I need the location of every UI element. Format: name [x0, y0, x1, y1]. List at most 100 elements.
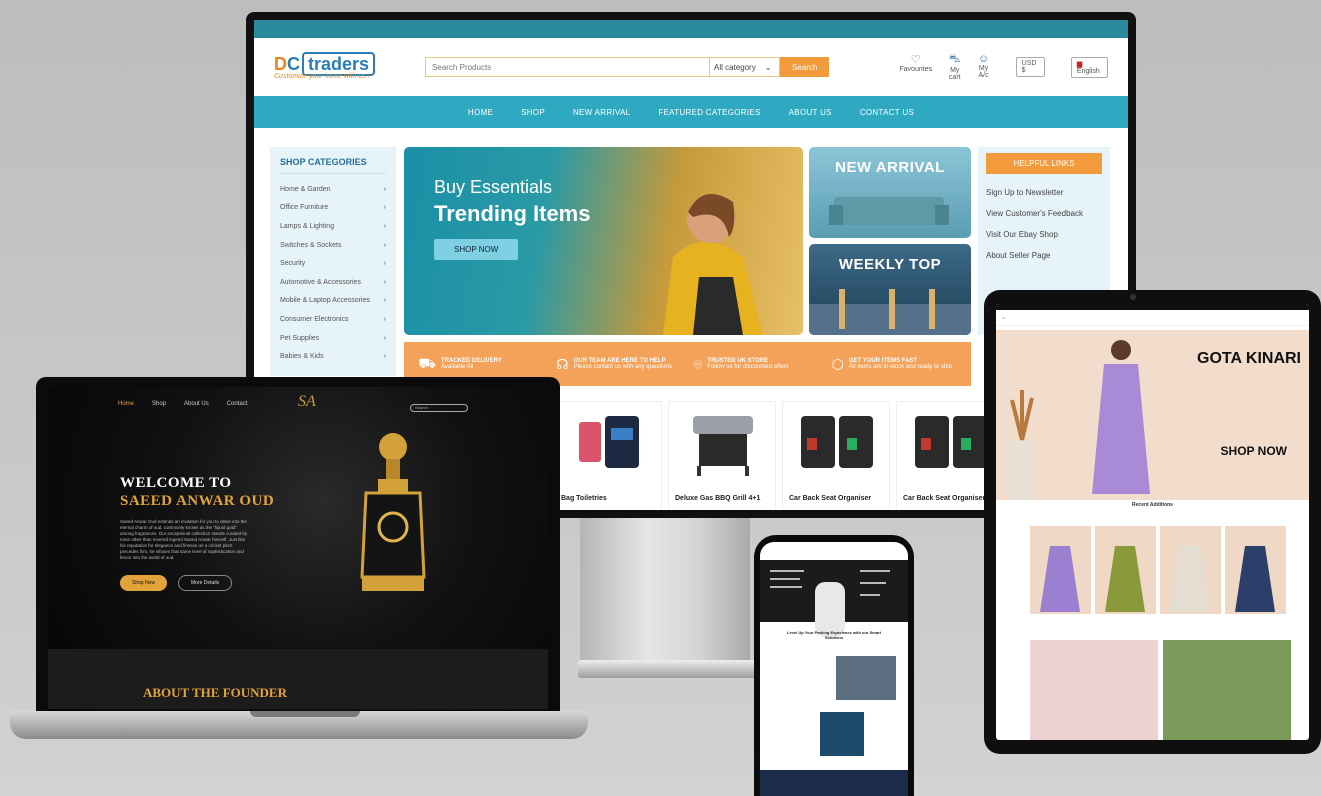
- parking-image: [836, 656, 896, 700]
- nav-shop[interactable]: Shop: [152, 401, 166, 407]
- favourites-link[interactable]: ♡ Favourites: [899, 53, 932, 81]
- product-name: Deluxe Gas BBQ Grill 4+1: [675, 495, 761, 502]
- hero-shop-now-button[interactable]: SHOP NOW: [434, 239, 519, 260]
- recent-product-card[interactable]: [1030, 526, 1091, 614]
- phone-headline: Level Up Your Parking Experience with ou…: [787, 630, 881, 640]
- nav-about-us[interactable]: About Us: [184, 401, 209, 407]
- product-card[interactable]: Bag Toiletries: [554, 401, 662, 510]
- chevron-right-icon: ›: [383, 353, 386, 361]
- category-item[interactable]: Office Furniture ›: [280, 199, 386, 218]
- category-item[interactable]: Lamps & Lighting ›: [280, 217, 386, 236]
- logo-letter-d: D: [274, 53, 287, 74]
- phone-hero: [760, 560, 908, 637]
- category-item[interactable]: Babies & Kids ›: [280, 347, 386, 366]
- tablet-shop-now-button[interactable]: SHOP NOW: [1221, 444, 1287, 458]
- nav-new-arrival[interactable]: NEW ARRIVAL: [573, 108, 630, 117]
- more-details-button[interactable]: More Details: [178, 575, 233, 591]
- category-item[interactable]: Switches & Sockets ›: [280, 236, 386, 255]
- nav-shop[interactable]: SHOP: [521, 108, 545, 117]
- category-item[interactable]: Consumer Electronics ›: [280, 310, 386, 329]
- language-select[interactable]: ▆ English: [1070, 56, 1108, 78]
- sofa-image: [829, 197, 949, 225]
- recent-product-card[interactable]: [1160, 526, 1221, 614]
- nav-featured-categories[interactable]: FEATURED CATEGORIES: [658, 108, 760, 117]
- recent-product-card[interactable]: [1095, 526, 1156, 614]
- nav-contact-us[interactable]: CONTACT US: [860, 108, 914, 117]
- interior-image: [809, 289, 971, 335]
- nav-about-us[interactable]: ABOUT US: [789, 108, 832, 117]
- text-line: [770, 578, 800, 580]
- currency-select[interactable]: USD $: [1015, 57, 1045, 77]
- hero-line1: Buy Essentials: [434, 177, 553, 197]
- dress-image: [1105, 546, 1145, 612]
- recent-product-card[interactable]: [1225, 526, 1286, 614]
- brand-heading: Saeed Anwar Oud: [120, 493, 275, 509]
- car-image: [815, 582, 845, 637]
- bbq-grill-image: [693, 416, 753, 476]
- sa-logo[interactable]: SA: [298, 393, 316, 411]
- chevron-right-icon: ›: [383, 278, 386, 286]
- weekly-top-card[interactable]: WEEKLY TOP: [809, 244, 971, 335]
- site-header: DC traders Customize your home with us ! …: [254, 38, 1128, 96]
- nav-home[interactable]: HOME: [468, 108, 493, 117]
- cart-icon: ⛍: [949, 53, 961, 65]
- category-item[interactable]: Pet Supplies ›: [280, 329, 386, 348]
- recent-additions-heading: Recent Additions: [1132, 502, 1173, 508]
- hero-line2: Trending Items: [434, 201, 591, 226]
- nav-home[interactable]: Home: [118, 401, 134, 407]
- laptop-nav: Home Shop About Us Contact: [118, 401, 247, 407]
- product-name: Car Back Seat Organiser: [789, 495, 872, 502]
- cart-label: My cart: [948, 67, 961, 81]
- shop-now-button[interactable]: Shop Now: [120, 575, 168, 591]
- chevron-down-icon: ⌄: [764, 62, 772, 72]
- founder-section-bg: [48, 649, 548, 709]
- category-item[interactable]: Mobile & Laptop Accessories ›: [280, 292, 386, 311]
- top-strip: [254, 20, 1128, 38]
- heart-icon: ♡: [910, 54, 921, 66]
- model-image: [1092, 340, 1150, 494]
- tablet-logo[interactable]: ▭: [1002, 316, 1005, 320]
- main-nav: HOME SHOP NEW ARRIVAL FEATURED CATEGORIE…: [254, 96, 1128, 128]
- chevron-right-icon: ›: [383, 204, 386, 212]
- chevron-right-icon: ›: [383, 185, 386, 193]
- featured-product-card[interactable]: [1030, 640, 1158, 740]
- about-founder-heading: About the Founder: [143, 685, 287, 700]
- laptop-device: Home Shop About Us Contact SA Search Wel…: [36, 377, 560, 713]
- dress-image: [1170, 546, 1210, 612]
- logo-letter-c: C: [287, 53, 300, 74]
- favourites-label: Favourites: [899, 66, 933, 73]
- laptop-notch: [250, 711, 360, 717]
- dress-image: [1235, 546, 1275, 612]
- logo-tagline: Customize your home with us !: [274, 72, 370, 80]
- category-item[interactable]: Automotive & Accessories ›: [280, 273, 386, 292]
- shop-categories-title: SHOP CATEGORIES: [280, 157, 386, 174]
- helpful-link[interactable]: Sign Up to Newsletter: [986, 188, 1102, 197]
- nav-contact[interactable]: Contact: [227, 401, 248, 407]
- seat-organiser-image: [915, 416, 987, 468]
- dried-flowers-image: [1010, 390, 1034, 500]
- helpful-links-title: HELPFUL LINKS: [986, 153, 1102, 174]
- feature-trusted: ⌾ TRUSTED UK STORE Follow us for discounte…: [693, 355, 789, 372]
- helpful-link[interactable]: View Customer's Feedback: [986, 209, 1102, 218]
- category-select-value: All category: [714, 62, 756, 72]
- feature-support: ☊ OUR TEAM ARE HERE TO HELP Please contact…: [556, 355, 672, 372]
- laptop-search-input[interactable]: Search: [410, 404, 468, 412]
- search-input[interactable]: [425, 57, 711, 77]
- category-select[interactable]: All category ⌄: [710, 57, 781, 77]
- product-card[interactable]: Deluxe Gas BBQ Grill 4+1: [668, 401, 776, 510]
- helpful-link[interactable]: About Seller Page: [986, 251, 1102, 260]
- search-button[interactable]: Search: [780, 57, 830, 77]
- featured-product-card[interactable]: [1163, 640, 1291, 740]
- chevron-right-icon: ›: [383, 260, 386, 268]
- feature-fast: ⬡ GET YOUR ITEMS FAST All items are in-sto…: [831, 355, 952, 372]
- welcome-heading: Welcome to: [120, 475, 232, 491]
- category-item[interactable]: Home & Garden ›: [280, 180, 386, 199]
- account-link[interactable]: ☺ My A/c: [977, 53, 989, 81]
- product-card[interactable]: Car Back Seat Organiser: [782, 401, 890, 510]
- new-arrival-card[interactable]: NEW ARRIVAL: [809, 147, 971, 238]
- helpful-link[interactable]: Visit Our Ebay Shop: [986, 230, 1102, 239]
- dc-traders-logo[interactable]: DC traders Customize your home with us !: [274, 51, 376, 80]
- weekly-top-title: WEEKLY TOP: [838, 256, 942, 273]
- cart-link[interactable]: ⛍ My cart: [948, 53, 961, 81]
- category-item[interactable]: Security ›: [280, 254, 386, 273]
